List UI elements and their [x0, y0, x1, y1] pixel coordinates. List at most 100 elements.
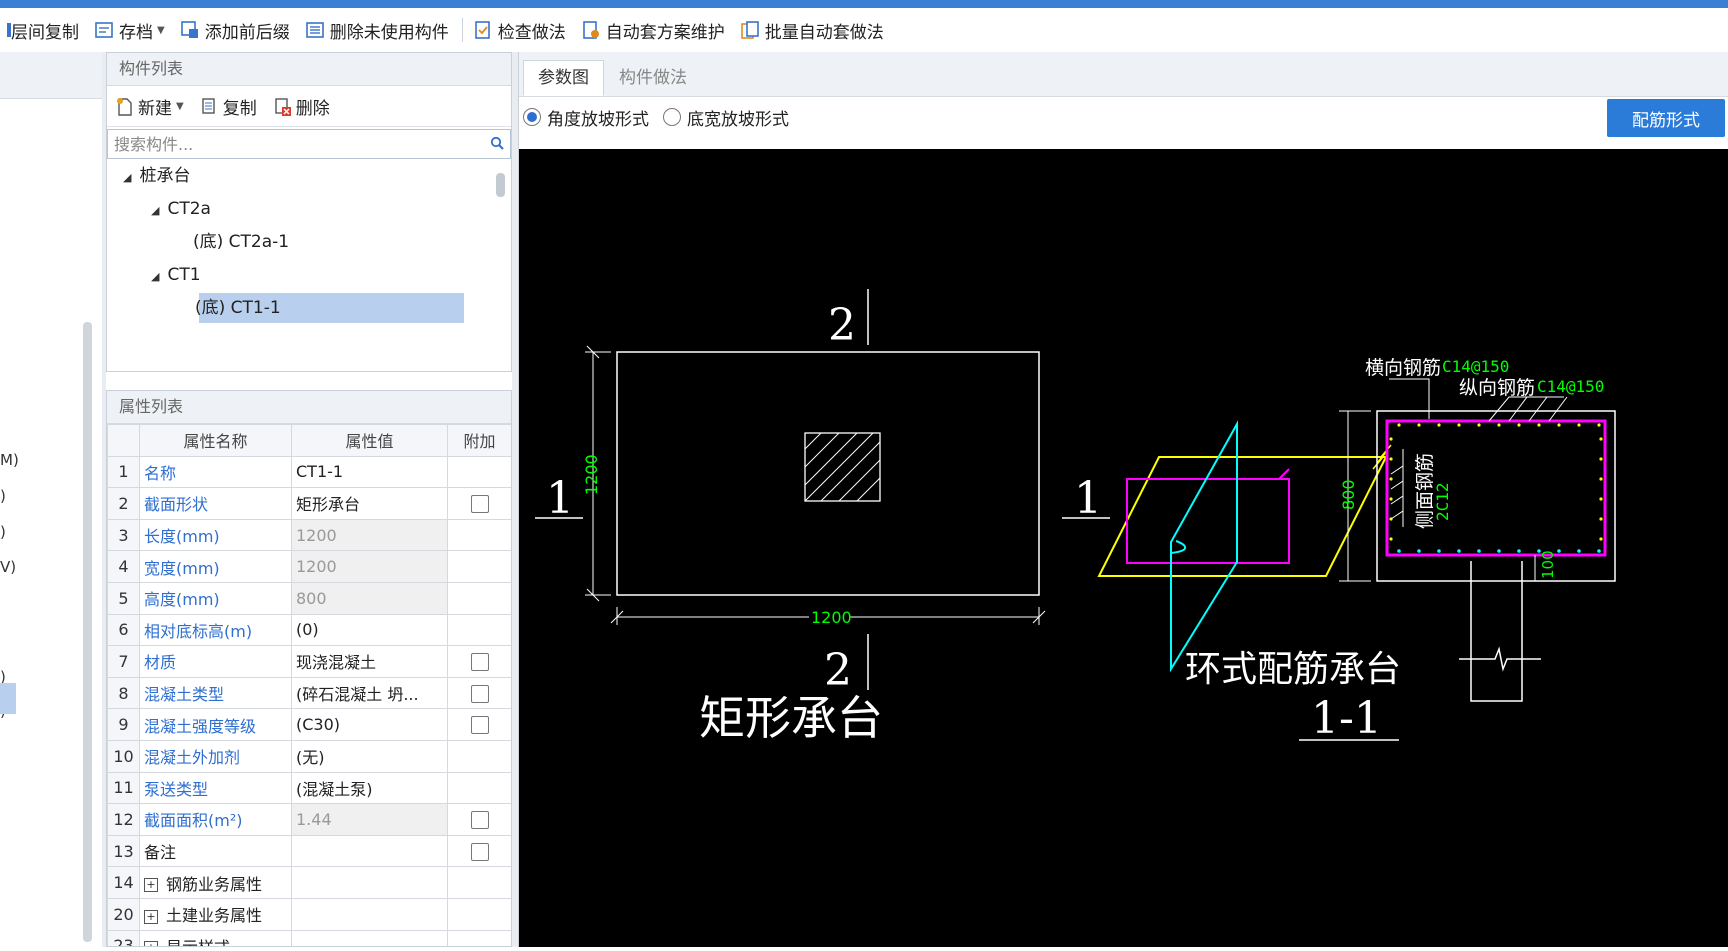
- property-value[interactable]: (C30): [291, 708, 448, 741]
- add-prefix-suffix-button[interactable]: 添加前后缀: [174, 8, 299, 52]
- table-row[interactable]: 4 宽度(mm) 1200: [107, 550, 511, 583]
- floor-copy-button[interactable]: 层间复制: [0, 8, 88, 52]
- property-name: 宽度(mm): [139, 550, 292, 583]
- row-index: 10: [107, 739, 140, 773]
- drawing-canvas[interactable]: 2 2 1 1 1200 1200 矩形承台 800 100 横向钢筋 C14@…: [519, 149, 1728, 947]
- property-value[interactable]: (无): [291, 739, 448, 773]
- pile-hatch: [804, 432, 881, 502]
- extra-cell: [447, 834, 511, 868]
- table-row[interactable]: 7 材质 现浇混凝土: [107, 645, 511, 678]
- table-row[interactable]: 8 混凝土类型 (碎石混凝土 坍...: [107, 676, 511, 710]
- table-row[interactable]: 2 截面形状 矩形承台: [107, 487, 511, 520]
- tab-parameter-diagram[interactable]: 参数图: [523, 60, 604, 96]
- row-index: 4: [107, 550, 140, 583]
- extra-checkbox[interactable]: [470, 811, 489, 830]
- new-dropdown-icon[interactable]: ▼: [176, 101, 184, 112]
- table-row-group[interactable]: 14 + 钢筋业务属性: [107, 866, 511, 899]
- check-method-button[interactable]: 检查做法: [467, 8, 575, 52]
- property-value[interactable]: (0): [291, 613, 448, 647]
- row-index: 2: [107, 487, 140, 520]
- tree-node-ct1[interactable]: ◢ CT1: [151, 260, 201, 290]
- table-row-group[interactable]: 23 + 显示样式: [107, 929, 511, 946]
- property-name: 混凝土外加剂: [139, 739, 292, 773]
- property-name: 截面面积(m²): [139, 803, 292, 836]
- row-index: 9: [107, 708, 140, 741]
- property-value: 1.44: [291, 803, 448, 836]
- expanded-triangle-icon[interactable]: ◢: [151, 204, 159, 217]
- property-value: 800: [291, 581, 448, 615]
- tree-node-ct2a-1[interactable]: (底) CT2a-1: [193, 227, 289, 257]
- table-row[interactable]: 12 截面面积(m²) 1.44: [107, 803, 511, 836]
- left-pane-text: ): [0, 487, 6, 505]
- batch-auto-button[interactable]: 批量自动套做法: [734, 8, 893, 52]
- table-row[interactable]: 5 高度(mm) 800: [107, 581, 511, 615]
- transverse-rebar-value: C14@150: [1442, 357, 1509, 376]
- section-11-label: 1-1: [1311, 693, 1382, 744]
- component-list-toolbar: 新建 ▼ 复制 删除: [107, 86, 511, 127]
- expand-icon[interactable]: +: [144, 878, 158, 893]
- tree-node-pile-cap[interactable]: ◢ 桩承台: [123, 161, 190, 191]
- dim-800-value: 800: [1339, 479, 1358, 510]
- new-button[interactable]: 新建 ▼: [115, 94, 184, 119]
- extra-checkbox[interactable]: [470, 842, 489, 861]
- property-value[interactable]: (混凝土泵): [291, 771, 448, 805]
- tab-component-method[interactable]: 构件做法: [604, 60, 702, 96]
- extra-checkbox[interactable]: [470, 653, 489, 672]
- header-index: [107, 424, 140, 457]
- left-pane-selected-item[interactable]: [0, 683, 16, 714]
- expand-icon[interactable]: +: [144, 941, 158, 946]
- extra-checkbox[interactable]: [470, 716, 489, 735]
- property-value[interactable]: CT1-1: [291, 455, 448, 489]
- left-pane-scrollbar[interactable]: [83, 322, 92, 942]
- property-value[interactable]: [291, 834, 448, 868]
- search-input[interactable]: [112, 133, 456, 155]
- property-value[interactable]: (碎石混凝土 坍...: [291, 676, 448, 710]
- extra-cell: [447, 518, 511, 552]
- cap-3d-cyan-hook: [1170, 540, 1187, 554]
- table-row[interactable]: 6 相对底标高(m) (0): [107, 613, 511, 647]
- property-value[interactable]: 现浇混凝土: [291, 645, 448, 678]
- tree-node-ct2a[interactable]: ◢ CT2a: [151, 194, 211, 224]
- row-index: 5: [107, 581, 140, 615]
- property-value: [291, 866, 448, 899]
- section-mark: 1: [546, 473, 574, 524]
- tree-node-ct1-1-selected[interactable]: (底) CT1-1: [195, 293, 464, 323]
- table-row[interactable]: 10 混凝土外加剂 (无): [107, 739, 511, 773]
- search-icon[interactable]: [490, 135, 504, 154]
- extra-checkbox[interactable]: [470, 495, 489, 514]
- extra-cell: [447, 487, 511, 520]
- left-pane-header: [0, 52, 102, 99]
- radio-selected-icon[interactable]: [523, 108, 541, 126]
- radio-width-label: 底宽放坡形式: [687, 109, 789, 130]
- side-rebar-value: 2C12: [1433, 482, 1452, 521]
- radio-unselected-icon[interactable]: [663, 108, 681, 126]
- auto-scheme-button[interactable]: 自动套方案维护: [575, 8, 734, 52]
- expanded-triangle-icon[interactable]: ◢: [123, 171, 131, 184]
- extra-checkbox[interactable]: [470, 684, 489, 703]
- archive-dropdown-icon[interactable]: ▼: [157, 25, 165, 36]
- component-list-title: 构件列表: [107, 53, 511, 86]
- radio-angle-label: 角度放坡形式: [547, 109, 649, 130]
- section-mark: 1: [1074, 473, 1102, 524]
- table-row[interactable]: 13 备注: [107, 834, 511, 868]
- table-row[interactable]: 1 名称 CT1-1: [107, 455, 511, 489]
- table-row[interactable]: 11 泵送类型 (混凝土泵): [107, 771, 511, 805]
- title-strip: [0, 0, 1728, 8]
- table-row-group[interactable]: 20 + 土建业务属性: [107, 897, 511, 931]
- delete-unused-button[interactable]: 删除未使用构件: [299, 8, 458, 52]
- radio-angle-slope[interactable]: 角度放坡形式: [523, 105, 649, 130]
- archive-button[interactable]: 存档 ▼: [88, 8, 174, 52]
- new-label: 新建: [138, 98, 172, 119]
- check-method-label: 检查做法: [497, 22, 566, 43]
- copy-button[interactable]: 复制: [200, 94, 257, 119]
- radio-width-slope[interactable]: 底宽放坡形式: [663, 105, 789, 130]
- expand-icon[interactable]: +: [144, 909, 158, 924]
- property-value[interactable]: 矩形承台: [291, 487, 448, 520]
- table-row[interactable]: 9 混凝土强度等级 (C30): [107, 708, 511, 741]
- delete-button[interactable]: 删除: [273, 94, 330, 119]
- expanded-triangle-icon[interactable]: ◢: [151, 270, 159, 283]
- rebar-form-button[interactable]: 配筋形式: [1607, 99, 1725, 137]
- table-row[interactable]: 3 长度(mm) 1200: [107, 518, 511, 552]
- tree-scrollbar[interactable]: [496, 173, 505, 197]
- add-prefix-suffix-icon: [180, 20, 200, 40]
